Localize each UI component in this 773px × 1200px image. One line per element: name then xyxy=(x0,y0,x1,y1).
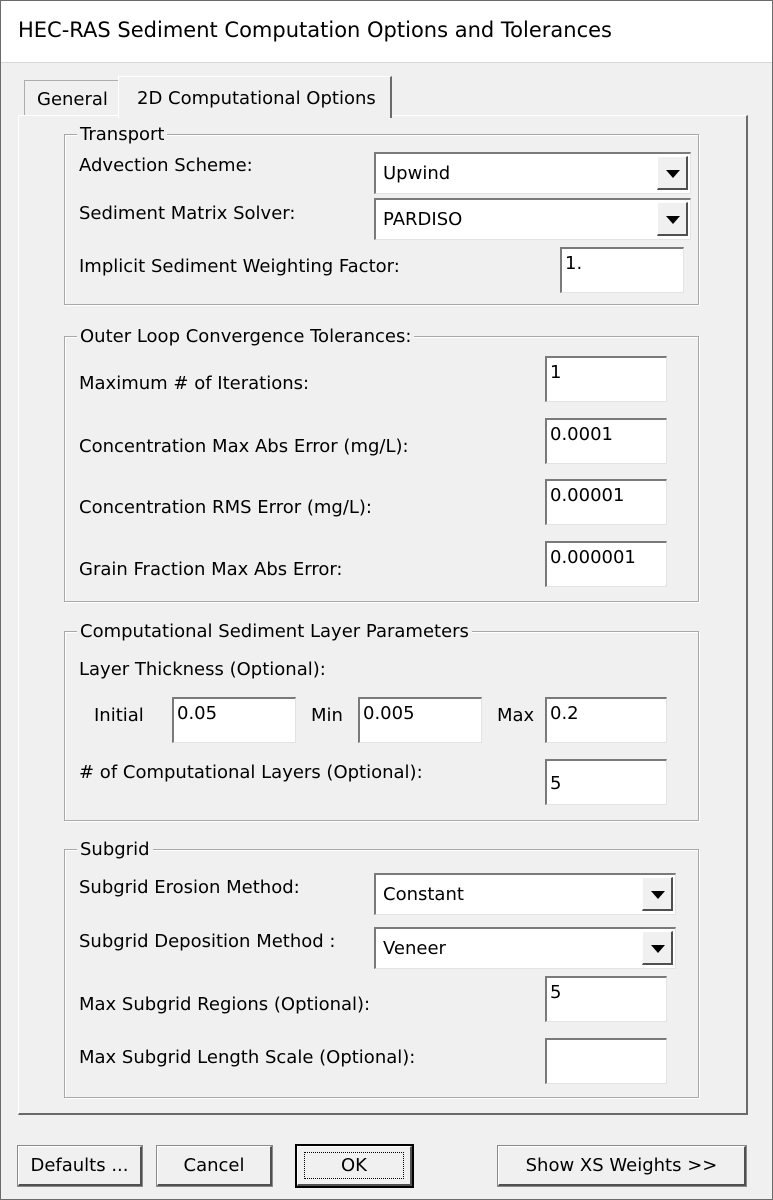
conc-rms-error-input[interactable]: 0.00001 xyxy=(545,479,667,525)
subgrid-deposition-label: Subgrid Deposition Method : xyxy=(79,931,336,952)
implicit-weighting-label: Implicit Sediment Weighting Factor: xyxy=(79,256,400,277)
chevron-down-icon xyxy=(666,216,680,224)
dropdown-button[interactable] xyxy=(657,202,688,236)
subgrid-erosion-label: Subgrid Erosion Method: xyxy=(79,877,300,898)
max-iterations-label: Maximum # of Iterations: xyxy=(79,373,310,394)
cancel-button[interactable]: Cancel xyxy=(156,1145,273,1187)
advection-scheme-value: Upwind xyxy=(383,163,451,184)
dropdown-button[interactable] xyxy=(642,877,673,911)
tab-general[interactable]: General xyxy=(24,80,120,116)
subgrid-deposition-value: Veneer xyxy=(383,938,446,959)
chevron-down-icon xyxy=(651,945,665,953)
conc-max-error-input[interactable]: 0.0001 xyxy=(545,418,667,464)
grain-fraction-error-input[interactable]: 0.000001 xyxy=(545,541,667,587)
layer-thickness-label: Layer Thickness (Optional): xyxy=(79,659,326,680)
max-iterations-input[interactable]: 1 xyxy=(545,356,667,402)
max-label: Max xyxy=(497,705,535,726)
transport-legend: Transport xyxy=(77,124,168,145)
subgrid-legend: Subgrid xyxy=(77,839,153,860)
computational-layers-label: # of Computational Layers (Optional): xyxy=(79,762,423,783)
window-title: HEC-RAS Sediment Computation Options and… xyxy=(18,18,612,42)
max-subgrid-regions-input[interactable]: 5 xyxy=(545,976,667,1022)
initial-thickness-input[interactable]: 0.05 xyxy=(172,697,296,743)
show-xs-weights-button[interactable]: Show XS Weights >> xyxy=(497,1145,747,1187)
layer-parameters-legend: Computational Sediment Layer Parameters xyxy=(77,621,472,642)
initial-label: Initial xyxy=(94,705,144,726)
conc-max-error-label: Concentration Max Abs Error (mg/L): xyxy=(79,436,409,457)
advection-scheme-label: Advection Scheme: xyxy=(79,155,253,176)
outer-loop-legend: Outer Loop Convergence Tolerances: xyxy=(77,326,415,347)
dropdown-button[interactable] xyxy=(657,156,688,190)
title-bar: HEC-RAS Sediment Computation Options and… xyxy=(0,0,773,63)
subgrid-erosion-select[interactable]: Constant xyxy=(374,873,676,915)
sediment-matrix-solver-value: PARDISO xyxy=(383,209,463,230)
grain-fraction-error-label: Grain Fraction Max Abs Error: xyxy=(79,559,343,580)
min-label: Min xyxy=(311,705,343,726)
subgrid-deposition-select[interactable]: Veneer xyxy=(374,927,676,969)
chevron-down-icon xyxy=(666,170,680,178)
max-subgrid-regions-label: Max Subgrid Regions (Optional): xyxy=(79,994,371,1015)
focus-ring xyxy=(304,1152,404,1179)
max-thickness-input[interactable]: 0.2 xyxy=(545,697,667,743)
max-subgrid-length-label: Max Subgrid Length Scale (Optional): xyxy=(79,1047,416,1068)
implicit-weighting-input[interactable]: 1. xyxy=(560,247,684,293)
min-thickness-input[interactable]: 0.005 xyxy=(358,697,482,743)
sediment-matrix-solver-select[interactable]: PARDISO xyxy=(374,198,691,240)
conc-rms-error-label: Concentration RMS Error (mg/L): xyxy=(79,497,373,518)
chevron-down-icon xyxy=(651,891,665,899)
advection-scheme-select[interactable]: Upwind xyxy=(374,152,691,194)
defaults-button[interactable]: Defaults ... xyxy=(17,1145,143,1187)
computational-layers-input[interactable]: 5 xyxy=(545,759,667,805)
sediment-matrix-solver-label: Sediment Matrix Solver: xyxy=(79,203,296,224)
subgrid-erosion-value: Constant xyxy=(383,884,464,905)
dropdown-button[interactable] xyxy=(642,931,673,965)
ok-button[interactable]: OK xyxy=(295,1144,414,1188)
tab-2d-computational-options[interactable]: 2D Computational Options xyxy=(118,76,392,118)
max-subgrid-length-input[interactable] xyxy=(545,1038,667,1084)
